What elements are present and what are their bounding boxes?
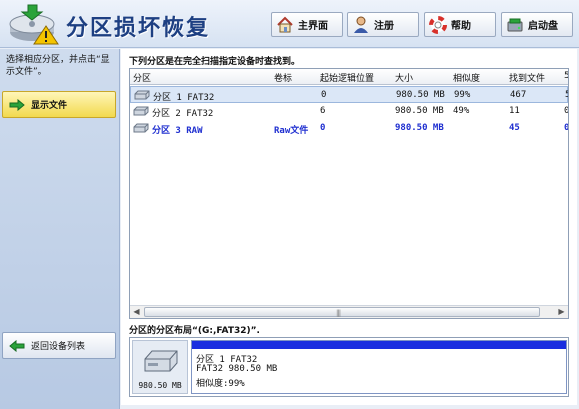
table-header: 分区 卷标 起始逻辑位置 大小 相似度 找到文件 5 [130, 69, 568, 85]
hard-disk-icon [144, 350, 178, 372]
column-header-partition[interactable]: 分区 [133, 71, 151, 84]
column-header-found-files[interactable]: 找到文件 [509, 71, 545, 84]
partition-disk-icon [134, 90, 150, 100]
row-similarity: 49% [453, 106, 470, 116]
row-partition: 分区 1 FAT32 [153, 93, 215, 103]
partition-disk-icon [133, 123, 149, 133]
found-partitions-title: 下列分区是在完全扫描指定设备时查找到。 [129, 57, 301, 67]
user-icon [354, 16, 368, 33]
scroll-left-icon[interactable]: ◀ [130, 306, 143, 318]
back-to-device-list-label: 返回设备列表 [31, 342, 86, 352]
column-header-similarity[interactable]: 相似度 [453, 71, 480, 84]
disk-size: 980.50 MB [138, 381, 182, 390]
lifebuoy-icon [429, 15, 447, 34]
boot-disk-button-label: 启动盘 [528, 21, 558, 32]
table-row[interactable]: 分区 1 FAT32 0 980.50 MB 99% 467 5 [130, 86, 568, 103]
row-size: 980.50 MB [395, 123, 444, 133]
row-extra: 0 [564, 106, 569, 116]
home-icon [277, 16, 293, 32]
hard-disk-warning-icon [9, 4, 59, 45]
show-files-button[interactable]: 显示文件 [2, 91, 116, 118]
register-button[interactable]: 注册 [347, 12, 419, 37]
row-start: 0 [321, 90, 327, 100]
row-found-files: 45 [509, 123, 520, 133]
register-button-label: 注册 [374, 21, 394, 32]
row-extra: 5 [565, 90, 568, 100]
row-size: 980.50 MB [396, 90, 445, 100]
grip-icon: ||| [336, 309, 341, 317]
app-header: 分区损坏恢复 主界面 注册 帮助 启动盘 [0, 0, 579, 48]
row-extra: 0 [564, 123, 569, 133]
scrollbar-thumb[interactable]: ||| [144, 307, 540, 317]
arrow-left-icon [9, 339, 25, 352]
home-button[interactable]: 主界面 [271, 12, 343, 37]
partition-layout-title: 分区的分区布局“(G:,FAT32)”. [129, 326, 260, 336]
help-button[interactable]: 帮助 [424, 12, 496, 37]
row-size: 980.50 MB [395, 106, 444, 116]
row-label: Raw文件 [274, 126, 309, 136]
table-row[interactable]: 分区 2 FAT32 6 980.50 MB 49% 11 0 [130, 103, 568, 120]
row-partition: 分区 2 FAT32 [152, 109, 214, 119]
page-title: 分区损坏恢复 [66, 15, 211, 41]
partition-disk-icon [133, 106, 149, 116]
column-header-extra[interactable]: 5 [564, 71, 568, 81]
partition-similarity: 相似度:99% [196, 379, 245, 389]
column-header-label[interactable]: 卷标 [274, 71, 292, 84]
partition-table: 分区 卷标 起始逻辑位置 大小 相似度 找到文件 5 分区 1 FAT32 0 … [129, 68, 569, 319]
show-files-label: 显示文件 [31, 101, 68, 111]
row-partition: 分区 3 RAW [152, 126, 203, 136]
row-start: 0 [320, 123, 326, 133]
sidebar: 选择相应分区，并点击“显示文件”。 显示文件 返回设备列表 [0, 49, 120, 409]
partition-layout: 980.50 MB 分区 1 FAT32 FAT32 980.50 MB 相似度… [129, 337, 569, 397]
home-button-label: 主界面 [298, 21, 328, 32]
help-button-label: 帮助 [451, 21, 471, 32]
partition-bar [192, 341, 566, 349]
back-to-device-list-button[interactable]: 返回设备列表 [2, 332, 116, 359]
column-header-start[interactable]: 起始逻辑位置 [320, 71, 374, 84]
row-found-files: 467 [510, 90, 527, 100]
boot-disk-icon [507, 18, 523, 31]
partition-block[interactable]: 分区 1 FAT32 FAT32 980.50 MB 相似度:99% [191, 340, 567, 394]
table-row[interactable]: 分区 3 RAW Raw文件 0 980.50 MB 45 0 [130, 120, 568, 137]
partition-size: FAT32 980.50 MB [196, 364, 278, 374]
horizontal-scrollbar[interactable]: ◀ ||| ▶ [130, 305, 568, 318]
row-found-files: 11 [509, 106, 520, 116]
arrow-right-icon [9, 98, 25, 111]
sidebar-instruction: 选择相应分区，并点击“显示文件”。 [6, 55, 110, 77]
scroll-right-icon[interactable]: ▶ [555, 306, 568, 318]
column-header-size[interactable]: 大小 [395, 71, 413, 84]
row-similarity: 99% [454, 90, 471, 100]
boot-disk-button[interactable]: 启动盘 [501, 12, 573, 37]
row-start: 6 [320, 106, 326, 116]
disk-tile[interactable]: 980.50 MB [132, 340, 188, 394]
main-panel: 下列分区是在完全扫描指定设备时查找到。 分区 卷标 起始逻辑位置 大小 相似度 … [121, 49, 577, 405]
